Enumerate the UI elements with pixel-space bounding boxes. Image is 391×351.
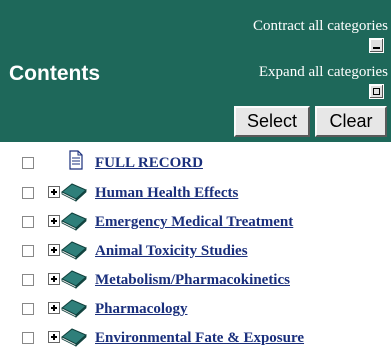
book-icon (61, 299, 87, 318)
book-icon (61, 212, 87, 231)
select-button[interactable]: Select (234, 106, 310, 137)
tree-link-animal-toxicity-studies[interactable]: Animal Toxicity Studies (95, 243, 248, 260)
expand-plus-icon[interactable] (48, 215, 60, 227)
expand-plus-icon[interactable] (48, 186, 60, 198)
expand-plus-icon[interactable] (48, 244, 60, 256)
checkbox[interactable] (22, 332, 34, 344)
list-item: Animal Toxicity Studies (0, 238, 391, 264)
book-icon (61, 241, 87, 260)
expand-plus-icon[interactable] (48, 302, 60, 314)
expand-all-button[interactable] (369, 84, 384, 99)
book-icon (61, 270, 87, 289)
list-item: Metabolism/Pharmacokinetics (0, 267, 391, 293)
tree-link-human-health-effects[interactable]: Human Health Effects (95, 185, 238, 202)
tree-link-emergency-medical-treatment[interactable]: Emergency Medical Treatment (95, 214, 293, 231)
tree-link-pharmacology[interactable]: Pharmacology (95, 301, 187, 318)
contract-all-button[interactable] (369, 38, 384, 53)
list-item: FULL RECORD (0, 150, 391, 176)
tree-link-full-record[interactable]: FULL RECORD (95, 155, 203, 172)
tree-link-environmental-fate-exposure[interactable]: Environmental Fate & Exposure (95, 330, 304, 347)
checkbox[interactable] (22, 245, 34, 257)
checkbox[interactable] (22, 187, 34, 199)
expand-plus-icon[interactable] (48, 331, 60, 343)
checkbox[interactable] (22, 274, 34, 286)
contents-header: Contents Contract all categories Expand … (0, 0, 391, 142)
contents-title: Contents (9, 62, 100, 85)
list-item: Environmental Fate & Exposure (0, 325, 391, 351)
list-item: Pharmacology (0, 296, 391, 322)
document-icon (69, 150, 83, 170)
contract-all-label: Contract all categories (253, 18, 388, 34)
list-item: Human Health Effects (0, 180, 391, 206)
book-icon (61, 328, 87, 347)
clear-button[interactable]: Clear (315, 106, 387, 137)
square-icon (373, 88, 380, 95)
list-item: Emergency Medical Treatment (0, 209, 391, 235)
book-icon (61, 183, 87, 202)
checkbox[interactable] (22, 303, 34, 315)
tree-link-metabolism-pharmacokinetics[interactable]: Metabolism/Pharmacokinetics (95, 272, 290, 289)
checkbox[interactable] (22, 157, 34, 169)
checkbox[interactable] (22, 216, 34, 228)
expand-all-label: Expand all categories (258, 64, 388, 80)
minus-icon (373, 47, 380, 49)
expand-plus-icon[interactable] (48, 273, 60, 285)
